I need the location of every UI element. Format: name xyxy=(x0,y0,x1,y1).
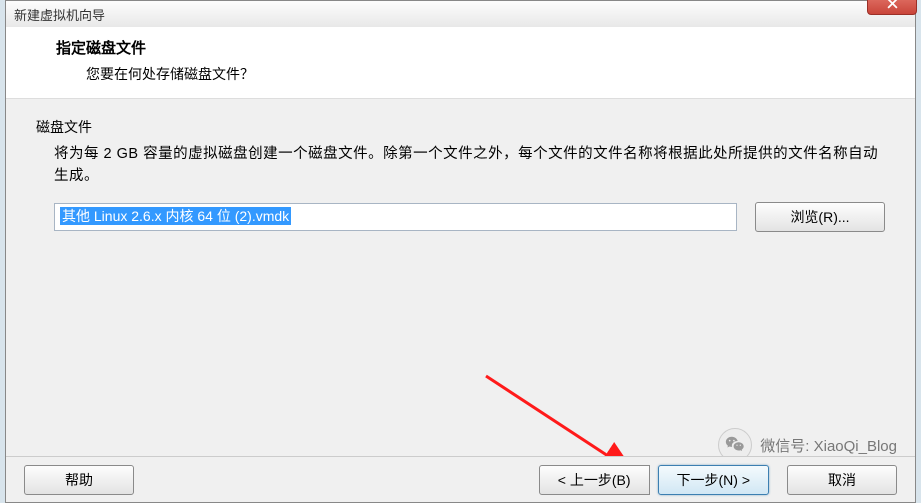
page-title: 指定磁盘文件 xyxy=(56,37,885,58)
next-button[interactable]: 下一步(N) > xyxy=(658,465,770,495)
header-section: 指定磁盘文件 您要在何处存储磁盘文件？ xyxy=(6,27,915,99)
disk-file-label: 磁盘文件 xyxy=(36,117,885,137)
back-button[interactable]: < 上一步(B) xyxy=(539,465,650,495)
browse-button[interactable]: 浏览(R)... xyxy=(755,202,885,232)
wizard-window: 新建虚拟机向导 指定磁盘文件 您要在何处存储磁盘文件？ 磁盘文件 将为每 2 G… xyxy=(5,0,916,503)
watermark-text: 微信号: XiaoQi_Blog xyxy=(760,435,897,456)
button-bar: 帮助 < 上一步(B) 下一步(N) > 取消 xyxy=(6,456,915,502)
content-area: 磁盘文件 将为每 2 GB 容量的虚拟磁盘创建一个磁盘文件。除第一个文件之外，每… xyxy=(6,99,915,242)
nav-button-group: < 上一步(B) 下一步(N) > xyxy=(539,465,769,495)
page-subtitle: 您要在何处存储磁盘文件？ xyxy=(56,64,885,84)
titlebar: 新建虚拟机向导 xyxy=(6,1,915,27)
disk-file-input[interactable]: 其他 Linux 2.6.x 内核 64 位 (2).vmdk xyxy=(54,203,737,231)
disk-file-value: 其他 Linux 2.6.x 内核 64 位 (2).vmdk xyxy=(60,207,291,225)
close-icon xyxy=(887,0,898,9)
close-button[interactable] xyxy=(867,0,917,15)
disk-file-description: 将为每 2 GB 容量的虚拟磁盘创建一个磁盘文件。除第一个文件之外，每个文件的文… xyxy=(36,143,885,188)
file-input-row: 其他 Linux 2.6.x 内核 64 位 (2).vmdk 浏览(R)... xyxy=(36,202,885,232)
window-title: 新建虚拟机向导 xyxy=(14,5,105,24)
help-button[interactable]: 帮助 xyxy=(24,465,134,495)
cancel-button[interactable]: 取消 xyxy=(787,465,897,495)
